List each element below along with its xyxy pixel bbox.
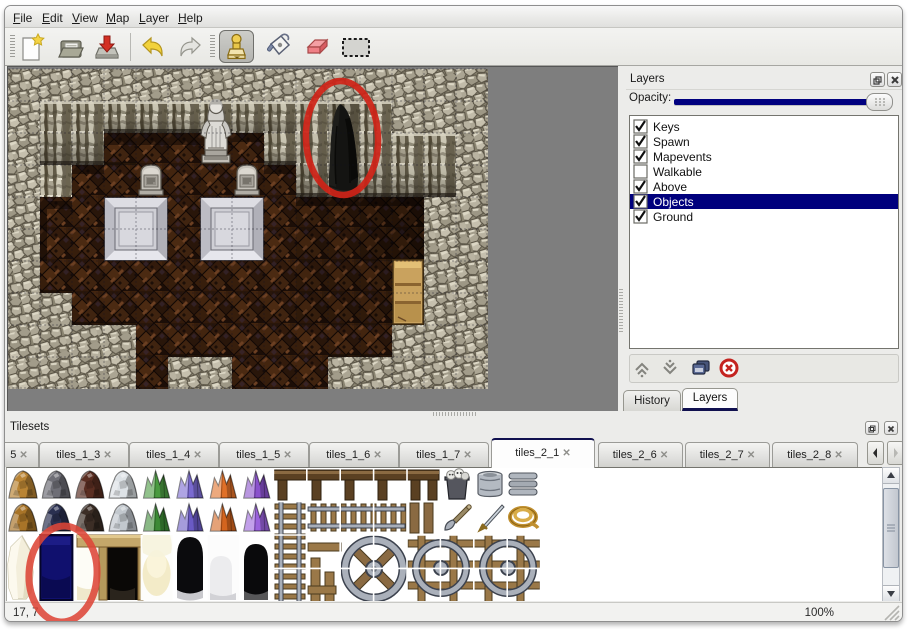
- svg-text:Mapevents: Mapevents: [653, 150, 712, 164]
- svg-text:Ground: Ground: [653, 210, 693, 224]
- svg-text:Above: Above: [653, 180, 687, 194]
- svg-text:Objects: Objects: [653, 195, 694, 209]
- svg-text:Walkable: Walkable: [653, 165, 702, 179]
- svg-text:Spawn: Spawn: [653, 135, 690, 149]
- svg-text:Keys: Keys: [653, 120, 680, 134]
